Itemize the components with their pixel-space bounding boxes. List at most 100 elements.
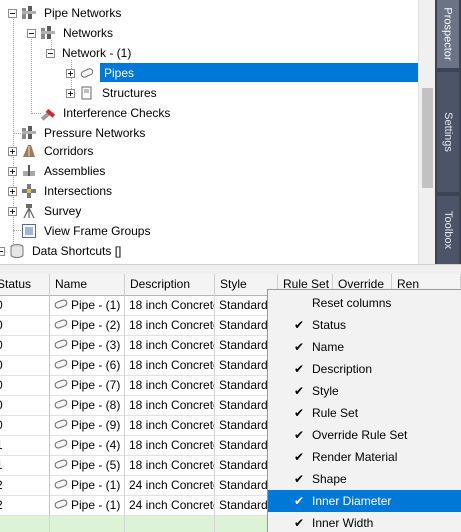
tab-prospector[interactable]: Prospector (437, 0, 459, 68)
cell-name[interactable]: Pipe - (8) (50, 396, 125, 416)
cell-status[interactable]: 0 (0, 356, 50, 376)
tab-label: Prospector (442, 7, 455, 61)
tree-item-survey[interactable]: Survey (8, 201, 84, 221)
cell-status[interactable]: 2 (0, 476, 50, 496)
cell-name[interactable]: Pipe - (1) (50, 476, 125, 496)
column-header-status[interactable]: Status (0, 274, 50, 296)
menu-item-inner-diameter[interactable]: ✔ Inner Diameter (268, 490, 461, 512)
tree-item-pressure-networks[interactable]: Pressure Networks (8, 123, 148, 143)
expand-toggle[interactable] (8, 206, 17, 216)
menu-item-label: Rule Set (312, 406, 359, 420)
tree-item-intersections[interactable]: Intersections (8, 181, 115, 201)
pipe-icon (54, 416, 68, 435)
cell-text: Standard (219, 358, 268, 372)
expand-toggle[interactable] (8, 166, 17, 176)
column-header-name[interactable]: Name (50, 274, 125, 296)
menu-item-reset-columns[interactable]: Reset columns (268, 292, 461, 314)
menu-item-shape[interactable]: ✔ Shape (268, 468, 461, 490)
cell-status[interactable]: 2 (0, 496, 50, 516)
menu-item-description[interactable]: ✔ Description (268, 358, 461, 380)
assembly-icon (21, 163, 37, 179)
cell-name[interactable]: Pipe - (1) (50, 496, 125, 516)
tree-item-pipes[interactable]: Pipes (66, 63, 138, 83)
collapse-toggle[interactable] (0, 246, 5, 256)
cell-text: Standard (219, 338, 268, 352)
menu-item-override-rule-set[interactable]: ✔ Override Rule Set (268, 424, 461, 446)
cell-description[interactable]: 18 inch Concrete (125, 436, 215, 456)
tree-item-network-1[interactable]: Network - (1) (46, 43, 134, 63)
cell-description[interactable]: 18 inch Concrete (125, 336, 215, 356)
tree-item-label: Pipes (101, 65, 138, 81)
menu-item-name[interactable]: ✔ Name (268, 336, 461, 358)
cell-text: Standard (219, 298, 268, 312)
pipe-icon (54, 296, 68, 315)
cell-name[interactable]: Pipe - (1) (50, 296, 125, 316)
cell-description[interactable]: 18 inch Concrete (125, 316, 215, 336)
cell-status[interactable]: 0 (0, 396, 50, 416)
checkmark-icon: ✔ (294, 384, 305, 398)
tree-item-data-shortcuts[interactable]: Data Shortcuts [] (0, 241, 124, 261)
cell-status[interactable]: 1 (0, 436, 50, 456)
cell-status[interactable]: 0 (0, 316, 50, 336)
cell-name[interactable]: Pipe - (4) (50, 436, 125, 456)
tree-item-interference-checks[interactable]: Interference Checks (27, 103, 173, 123)
expand-toggle[interactable] (66, 68, 75, 78)
cell-name[interactable]: Pipe - (6) (50, 356, 125, 376)
cell-text: 1 (0, 438, 3, 452)
collapse-toggle[interactable] (27, 28, 36, 38)
cell-text: Pipe - (2) (71, 318, 121, 332)
cell-status[interactable]: 0 (0, 336, 50, 356)
cell-description[interactable]: 24 inch Concrete (125, 496, 215, 516)
tree-item-structures[interactable]: Structures (66, 83, 160, 103)
pipe-icon (54, 336, 68, 355)
cell-name[interactable]: Pipe - (5) (50, 456, 125, 476)
tab-toolbox[interactable]: Toolbox (437, 196, 459, 264)
cell-description[interactable]: 24 inch Concrete (125, 476, 215, 496)
cell-name[interactable]: Pipe - (2) (50, 316, 125, 336)
menu-item-inner-width[interactable]: ✔ Inner Width (268, 512, 461, 532)
tree-item-view-frame-groups[interactable]: View Frame Groups (8, 221, 153, 241)
cell-name[interactable]: Pipe - (9) (50, 416, 125, 436)
menu-item-render-material[interactable]: ✔ Render Material (268, 446, 461, 468)
expand-toggle[interactable] (8, 186, 17, 196)
tree-item-corridors[interactable]: Corridors (8, 141, 96, 161)
tree-vertical-scrollbar[interactable] (418, 0, 435, 264)
tab-settings[interactable]: Settings (437, 72, 459, 192)
cell-description[interactable]: 18 inch Concrete (125, 416, 215, 436)
pane-splitter[interactable] (0, 264, 461, 274)
menu-item-label: Inner Diameter (312, 494, 392, 508)
cell-text: Pipe - (1) (71, 298, 121, 312)
cell-status[interactable]: 0 (0, 296, 50, 316)
pipe-networks-icon (21, 5, 37, 21)
tree-item-label: Networks (63, 26, 114, 40)
cell-text: Standard (219, 458, 268, 472)
expand-toggle[interactable] (66, 88, 75, 98)
scrollbar-thumb[interactable] (422, 88, 433, 188)
cell-name[interactable]: Pipe - (3) (50, 336, 125, 356)
cell-status[interactable]: 0 (0, 376, 50, 396)
cell-description[interactable]: 18 inch Concrete (125, 356, 215, 376)
cell-description[interactable]: 18 inch Concrete (125, 376, 215, 396)
collapse-toggle[interactable] (46, 48, 55, 58)
collapse-toggle[interactable] (8, 8, 17, 18)
tree-item-label: Pipe Networks (44, 6, 122, 20)
tree-item-networks[interactable]: Networks (27, 23, 116, 43)
menu-item-style[interactable]: ✔ Style (268, 380, 461, 402)
menu-item-status[interactable]: ✔ Status (268, 314, 461, 336)
cell-name[interactable]: Pipe - (7) (50, 376, 125, 396)
menu-item-rule-set[interactable]: ✔ Rule Set (268, 402, 461, 424)
tree-item-label: View Frame Groups (44, 224, 151, 238)
cell-description[interactable]: 18 inch Concrete (125, 456, 215, 476)
checkmark-icon: ✔ (294, 494, 305, 508)
cell-description[interactable]: 18 inch Concrete (125, 296, 215, 316)
tree-item-assemblies[interactable]: Assemblies (8, 161, 108, 181)
pipe-icon (54, 376, 68, 395)
expand-toggle[interactable] (8, 146, 17, 156)
cell-status[interactable]: 1 (0, 456, 50, 476)
column-header-description[interactable]: Description (125, 274, 215, 296)
cell-status[interactable]: 0 (0, 416, 50, 436)
tree-item-pipe-networks[interactable]: Pipe Networks (8, 3, 124, 23)
cell-description[interactable]: 18 inch Concrete (125, 396, 215, 416)
view-frame-icon (21, 223, 37, 239)
